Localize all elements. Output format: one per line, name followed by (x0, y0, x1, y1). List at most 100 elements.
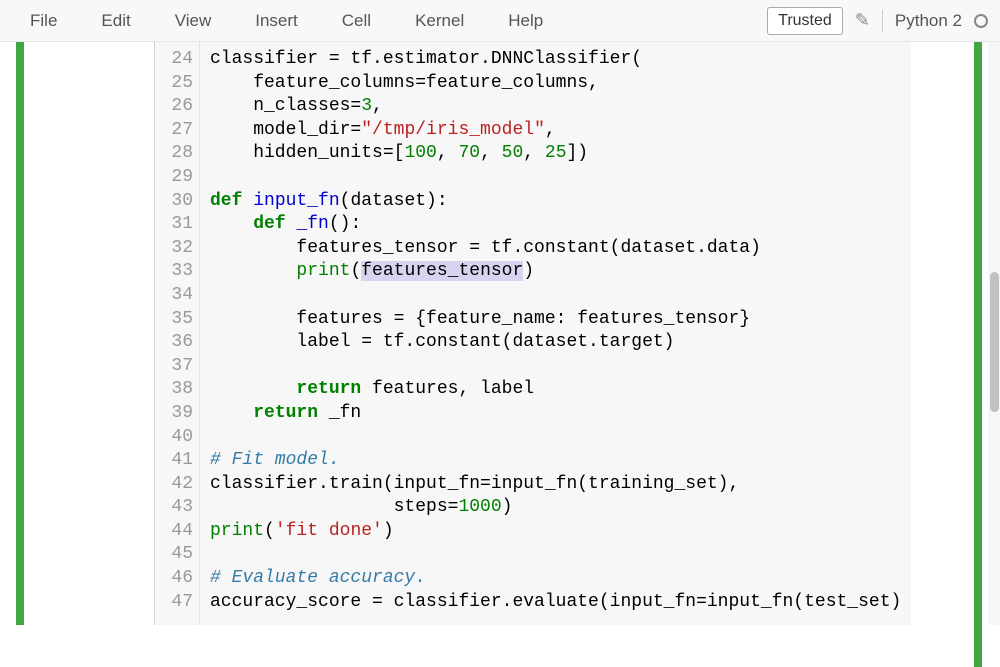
cell-run-indicator-left (16, 42, 24, 625)
token-num: 1000 (458, 497, 501, 517)
menu-right: Trusted ✎ Python 2 (767, 7, 992, 35)
scrollbar[interactable] (988, 42, 1000, 625)
code-line[interactable]: print(features_tensor) (210, 260, 901, 284)
line-number: 44 (165, 520, 193, 544)
token: ( (264, 521, 275, 541)
code-line[interactable]: return features, label (210, 378, 901, 402)
menu-item-help[interactable]: Help (486, 1, 565, 41)
token (210, 261, 296, 281)
code-line[interactable]: label = tf.constant(dataset.target) (210, 331, 901, 355)
line-number: 34 (165, 284, 193, 308)
menu-left: FileEditViewInsertCellKernelHelp (8, 1, 565, 41)
token: ) (502, 497, 513, 517)
line-number: 41 (165, 449, 193, 473)
trusted-button[interactable]: Trusted (767, 7, 843, 35)
line-number: 31 (165, 213, 193, 237)
line-number: 27 (165, 119, 193, 143)
kernel-status-icon[interactable] (974, 14, 988, 28)
code-line[interactable] (210, 355, 901, 379)
token: steps= (210, 497, 458, 517)
code-line[interactable]: classifier = tf.estimator.DNNClassifier( (210, 48, 901, 72)
token-str: 'fit done' (275, 521, 383, 541)
token: n_classes= (210, 96, 361, 116)
token: accuracy_score = classifier.evaluate(inp… (210, 592, 901, 612)
menu-item-kernel[interactable]: Kernel (393, 1, 486, 41)
code-text[interactable]: classifier = tf.estimator.DNNClassifier(… (200, 42, 911, 625)
line-number: 37 (165, 355, 193, 379)
token: , (372, 96, 383, 116)
code-line[interactable]: features = {feature_name: features_tenso… (210, 308, 901, 332)
cell[interactable]: 2425262728293031323334353637383940414243… (16, 42, 911, 625)
code-line[interactable]: def input_fn(dataset): (210, 190, 901, 214)
code-line[interactable]: def _fn(): (210, 213, 901, 237)
token-fn: _fn (296, 214, 328, 234)
token: features_tensor = tf.constant(dataset.da… (210, 238, 761, 258)
menu-item-edit[interactable]: Edit (79, 1, 152, 41)
menu-item-file[interactable]: File (8, 1, 79, 41)
menu-item-insert[interactable]: Insert (233, 1, 320, 41)
token-kw: def (210, 191, 242, 211)
code-line[interactable] (210, 166, 901, 190)
token: , (545, 120, 556, 140)
token: ]) (567, 143, 589, 163)
token (210, 214, 253, 234)
token: model_dir= (210, 120, 361, 140)
token: (dataset): (340, 191, 448, 211)
line-number: 38 (165, 378, 193, 402)
line-number: 47 (165, 591, 193, 615)
code-line[interactable]: return _fn (210, 402, 901, 426)
token: classifier = tf.estimator.DNNClassifier( (210, 49, 642, 69)
menu-item-cell[interactable]: Cell (320, 1, 393, 41)
kernel-name[interactable]: Python 2 (895, 11, 962, 31)
code-input[interactable]: 2425262728293031323334353637383940414243… (154, 42, 911, 625)
token-bi: print (296, 261, 350, 281)
code-line[interactable]: classifier.train(input_fn=input_fn(train… (210, 473, 901, 497)
code-line[interactable]: accuracy_score = classifier.evaluate(inp… (210, 591, 901, 615)
code-line[interactable]: features_tensor = tf.constant(dataset.da… (210, 237, 901, 261)
token-fn: input_fn (253, 191, 339, 211)
line-number: 26 (165, 95, 193, 119)
token: classifier.train(input_fn=input_fn(train… (210, 474, 739, 494)
token (242, 191, 253, 211)
token: , (480, 143, 502, 163)
code-line[interactable]: # Evaluate accuracy. (210, 567, 901, 591)
token: ) (383, 521, 394, 541)
token: hidden_units=[ (210, 143, 404, 163)
code-line[interactable]: feature_columns=feature_columns, (210, 72, 901, 96)
code-line[interactable]: model_dir="/tmp/iris_model", (210, 119, 901, 143)
code-line[interactable]: print('fit done') (210, 520, 901, 544)
token-cmt: # Evaluate accuracy. (210, 568, 426, 588)
line-number: 40 (165, 426, 193, 450)
token-num: 100 (404, 143, 436, 163)
token (210, 379, 296, 399)
line-number: 28 (165, 142, 193, 166)
token-kw: return (253, 403, 318, 423)
notebook-area: 2425262728293031323334353637383940414243… (0, 42, 1000, 625)
code-line[interactable] (210, 426, 901, 450)
token: label = tf.constant(dataset.target) (210, 332, 674, 352)
line-number: 46 (165, 567, 193, 591)
token-num: 50 (502, 143, 524, 163)
code-line[interactable]: steps=1000) (210, 496, 901, 520)
line-number: 39 (165, 402, 193, 426)
code-line[interactable]: hidden_units=[100, 70, 50, 25]) (210, 142, 901, 166)
token-bi: print (210, 521, 264, 541)
line-number: 25 (165, 72, 193, 96)
line-number: 24 (165, 48, 193, 72)
line-number: 35 (165, 308, 193, 332)
cell-run-indicator-right (974, 42, 982, 667)
line-number: 32 (165, 237, 193, 261)
token: features, label (361, 379, 534, 399)
token: , (437, 143, 459, 163)
code-line[interactable] (210, 284, 901, 308)
token (286, 214, 297, 234)
token-num: 25 (545, 143, 567, 163)
pencil-icon[interactable]: ✎ (855, 10, 870, 31)
code-line[interactable]: n_classes=3, (210, 95, 901, 119)
code-line[interactable] (210, 543, 901, 567)
divider (882, 10, 883, 32)
menu-item-view[interactable]: View (153, 1, 234, 41)
scrollbar-thumb[interactable] (990, 272, 999, 412)
code-line[interactable]: # Fit model. (210, 449, 901, 473)
token: feature_columns=feature_columns, (210, 73, 599, 93)
